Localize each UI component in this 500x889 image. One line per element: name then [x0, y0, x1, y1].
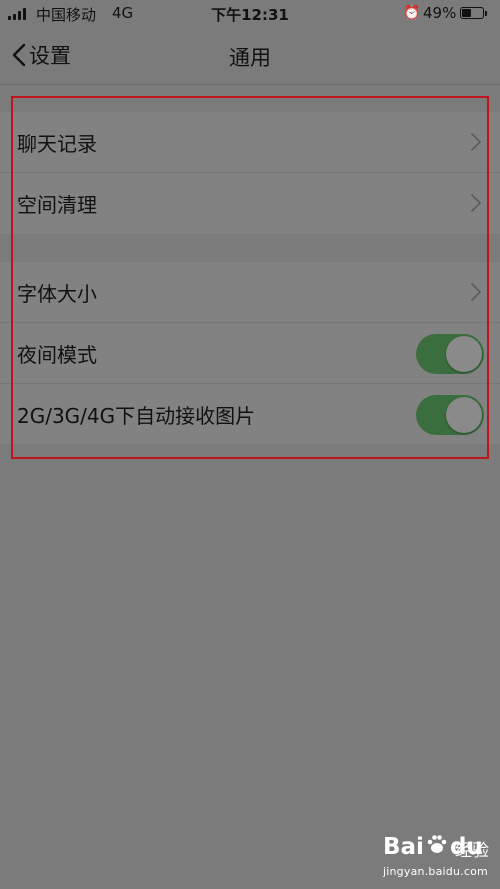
chevron-right-icon: [470, 282, 482, 306]
auto-receive-images-row: 2G/3G/4G下自动接收图片: [0, 384, 500, 444]
row-label: 聊天记录: [17, 132, 97, 156]
settings-group-display: 字体大小 夜间模式 2G/3G/4G下自动接收图片: [0, 262, 500, 444]
battery-fill: [462, 9, 471, 17]
row-label: 字体大小: [17, 282, 97, 306]
chat-history-row[interactable]: 聊天记录: [0, 112, 500, 173]
battery-cap: [485, 11, 487, 16]
alarm-clock-icon: ⏰: [403, 5, 421, 21]
chevron-right-icon: [470, 132, 482, 156]
baidu-jingyan-watermark: Bai du 经验 jingyan.baidu.com: [383, 833, 495, 885]
night-mode-toggle[interactable]: [416, 334, 484, 374]
toggle-knob: [446, 336, 482, 372]
watermark-url: jingyan.baidu.com: [383, 865, 488, 878]
navigation-bar: 设置 通用: [0, 28, 500, 85]
paw-icon: [426, 833, 448, 861]
night-mode-row: 夜间模式: [0, 323, 500, 384]
toggle-knob: [446, 397, 482, 433]
battery-percent: 49%: [423, 4, 457, 22]
watermark-name: 经验: [455, 841, 489, 861]
page-title: 通用: [229, 46, 271, 70]
row-label: 夜间模式: [17, 343, 97, 367]
status-bar: 中国移动 4G 下午12:31 ⏰ 49%: [0, 0, 500, 28]
storage-cleanup-row[interactable]: 空间清理: [0, 173, 500, 233]
font-size-row[interactable]: 字体大小: [0, 262, 500, 323]
chevron-right-icon: [470, 193, 482, 217]
row-label: 2G/3G/4G下自动接收图片: [17, 404, 256, 428]
row-label: 空间清理: [17, 193, 97, 217]
battery-icon: [460, 7, 484, 19]
settings-group-storage: 聊天记录 空间清理: [0, 112, 500, 234]
logo-text: Bai: [383, 834, 424, 860]
auto-receive-images-toggle[interactable]: [416, 395, 484, 435]
